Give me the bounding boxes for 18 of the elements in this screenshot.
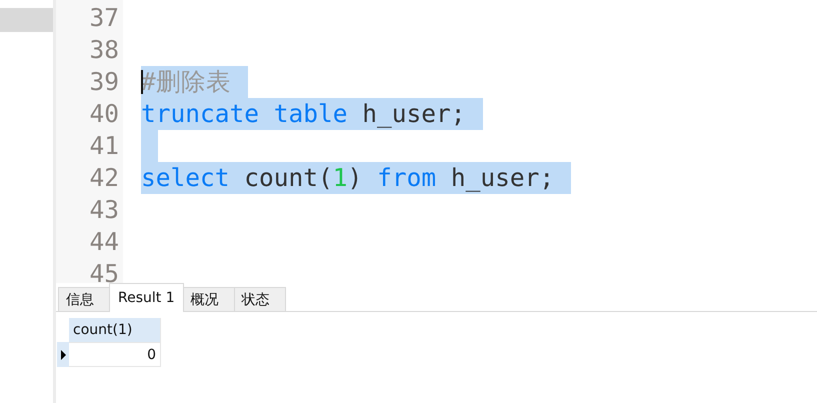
text-cursor — [141, 70, 143, 94]
line-number: 39 — [88, 66, 119, 98]
line-number: 38 — [88, 34, 119, 66]
tab[interactable]: 状态 — [234, 287, 286, 311]
current-row-icon — [60, 350, 66, 360]
line-number: 42 — [88, 162, 119, 194]
selected-row-highlight — [0, 8, 53, 32]
line-number: 45 — [88, 258, 119, 283]
line-number: 43 — [88, 194, 119, 226]
table-cell: 0 — [69, 342, 161, 367]
line-number: 41 — [88, 130, 119, 162]
column-header[interactable]: count(1) — [69, 318, 161, 342]
tab[interactable]: 概况 — [182, 287, 235, 311]
line-number: 44 — [88, 226, 119, 258]
line-number: 37 — [88, 2, 119, 34]
tab[interactable]: 信息 — [58, 287, 110, 311]
line-number: 40 — [88, 98, 119, 130]
tab[interactable]: Result 1 — [109, 283, 184, 312]
